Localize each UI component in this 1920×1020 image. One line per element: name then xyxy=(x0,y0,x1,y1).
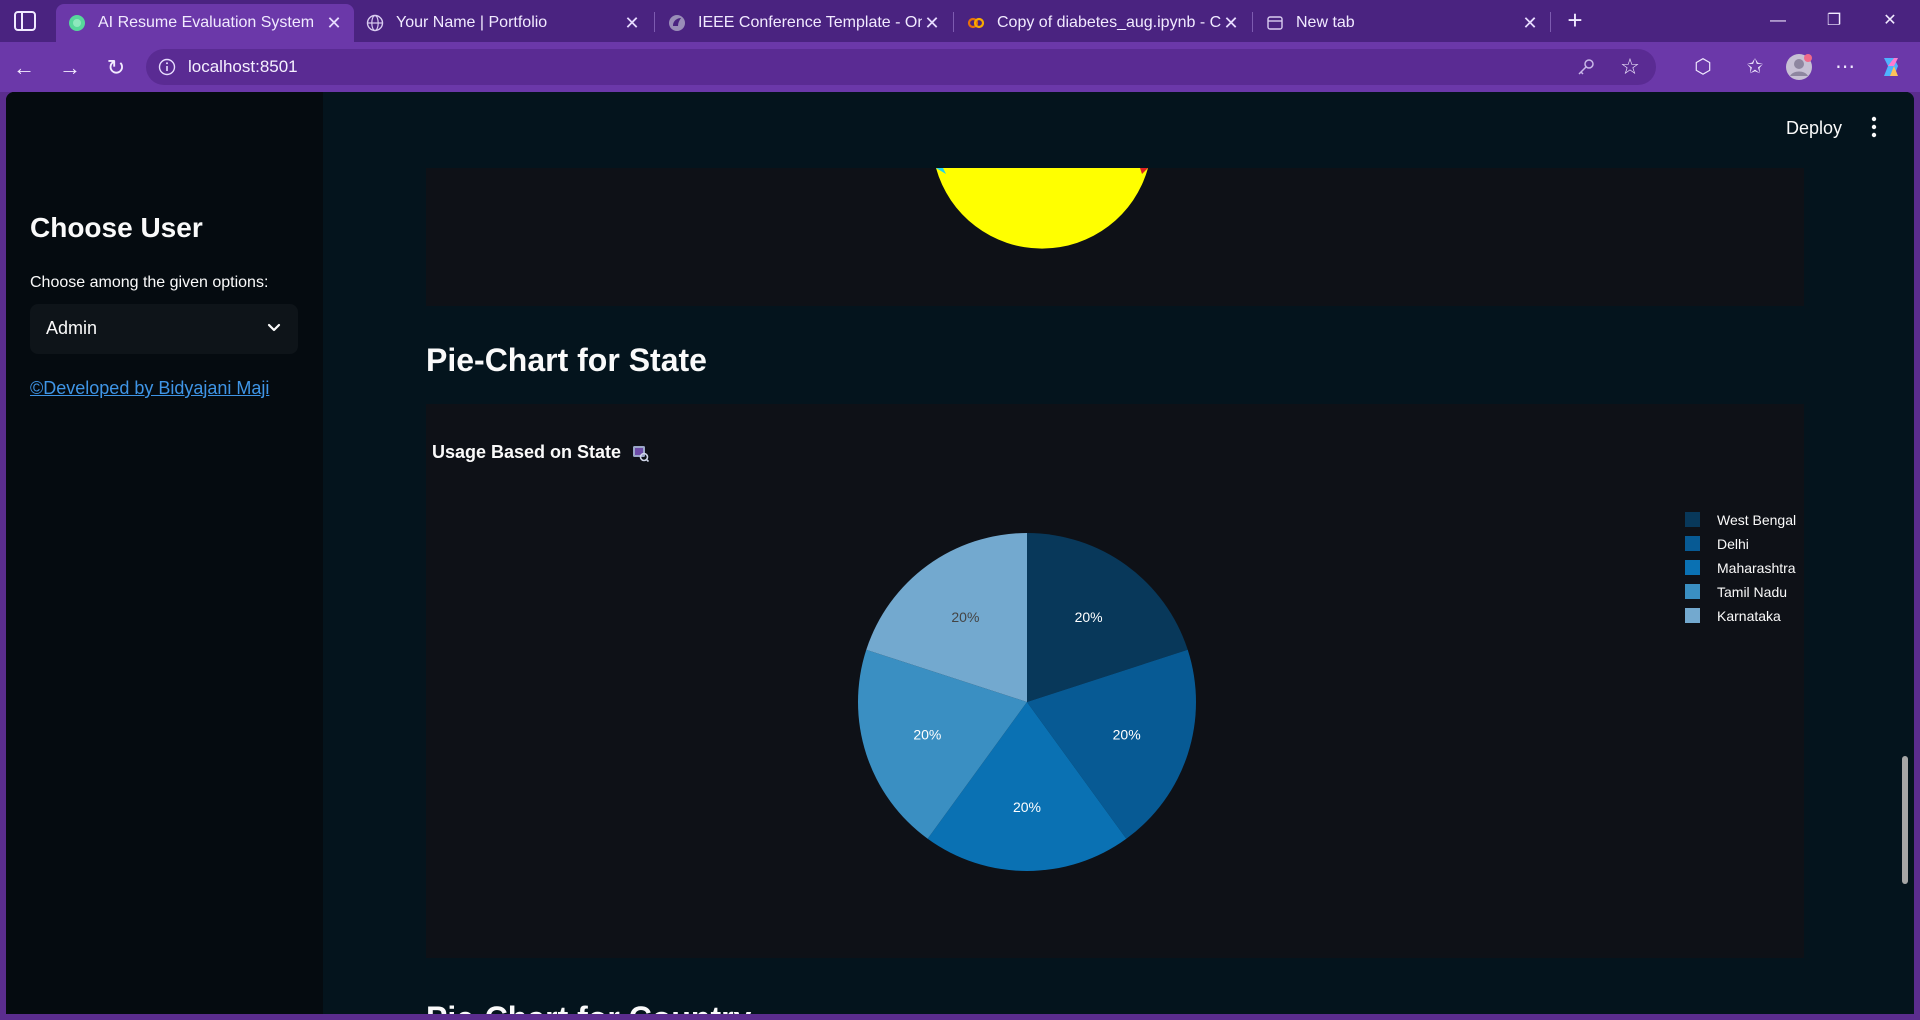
tab-separator xyxy=(953,12,954,32)
url-text: localhost:8501 xyxy=(188,57,298,76)
legend-swatch[interactable] xyxy=(1685,536,1700,551)
legend-swatch[interactable] xyxy=(1685,560,1700,575)
previous-chart-container xyxy=(426,168,1804,306)
refresh-button[interactable]: ↻ xyxy=(102,54,130,82)
colab-icon xyxy=(967,17,985,29)
user-select[interactable]: Admin xyxy=(30,304,298,354)
close-icon[interactable]: ✕ xyxy=(324,13,344,33)
info-icon[interactable] xyxy=(158,58,176,76)
close-icon[interactable]: ✕ xyxy=(1221,13,1241,33)
tab-title: Your Name | Portfolio xyxy=(396,14,548,31)
close-icon[interactable]: ✕ xyxy=(1520,13,1540,33)
sidebar-toggle-icon[interactable] xyxy=(12,9,38,33)
main-menu-icon[interactable] xyxy=(1864,114,1884,140)
tab-colab[interactable]: Copy of diabetes_aug.ipynb - Col ✕ xyxy=(955,4,1251,42)
legend-item-label[interactable]: West Bengal xyxy=(1717,512,1796,528)
close-icon[interactable]: ✕ xyxy=(622,13,642,33)
user-select-value: Admin xyxy=(46,318,98,338)
legend-swatch[interactable] xyxy=(1685,608,1700,623)
globe-icon xyxy=(366,14,384,32)
favorites-icon[interactable]: ✩ xyxy=(1740,52,1770,82)
legend-swatch[interactable] xyxy=(1685,512,1700,527)
tab-separator xyxy=(654,12,655,32)
sidebar-heading: Choose User xyxy=(30,212,203,243)
developer-credit-link[interactable]: ©Developed by Bidyajani Maji xyxy=(30,378,269,399)
tab-portfolio[interactable]: Your Name | Portfolio ✕ xyxy=(354,4,652,42)
chart-title-text: Usage Based on State xyxy=(432,442,622,462)
key-icon[interactable] xyxy=(1576,57,1596,77)
main-content: Deploy Pie-Chart for State Usage Based o… xyxy=(323,92,1914,1014)
restore-button[interactable]: ❐ xyxy=(1814,8,1854,34)
address-bar: ← → ↻ localhost:8501 ☆ ⬡ ✩ ⋯ xyxy=(0,42,1920,92)
legend-item-label[interactable]: Maharashtra xyxy=(1717,560,1796,576)
pie-slice-label: 20% xyxy=(1075,609,1103,625)
more-options-icon[interactable]: ⋯ xyxy=(1830,52,1860,82)
favorite-star-icon[interactable]: ☆ xyxy=(1618,55,1642,79)
tab-bar: AI Resume Evaluation System ✕ Your Name … xyxy=(0,0,1920,42)
pie-slice-label: 20% xyxy=(913,726,941,742)
chart-emoji-icon xyxy=(633,445,650,462)
legend-item-label[interactable]: Tamil Nadu xyxy=(1717,584,1787,600)
legend-item-label[interactable]: Delhi xyxy=(1717,536,1749,552)
pie-slice-label: 20% xyxy=(951,609,979,625)
tab-title: Copy of diabetes_aug.ipynb - Col xyxy=(997,14,1221,31)
tab-title: New tab xyxy=(1296,14,1355,31)
chevron-down-icon xyxy=(267,323,281,332)
chart-container: Usage Based on State 20% 20% 20% 20% 20% West… xyxy=(426,404,1804,958)
avatar[interactable] xyxy=(1784,52,1814,82)
chart-title: Usage Based on State xyxy=(432,442,650,463)
tab-ieee[interactable]: IEEE Conference Template - Online ✕ xyxy=(656,4,952,42)
streamlit-icon xyxy=(69,15,85,31)
tab-separator xyxy=(1252,12,1253,32)
app-window: Choose User Choose among the given optio… xyxy=(6,92,1914,1014)
tab-separator xyxy=(1550,12,1551,32)
new-tab-button[interactable]: + xyxy=(1560,6,1590,36)
forward-button[interactable]: → xyxy=(56,54,84,82)
deploy-button[interactable]: Deploy xyxy=(1786,118,1842,139)
newtab-icon xyxy=(1267,16,1283,30)
tab-ai-resume[interactable]: AI Resume Evaluation System ✕ xyxy=(56,4,354,42)
tab-new[interactable]: New tab ✕ xyxy=(1254,4,1550,42)
legend-swatch[interactable] xyxy=(1685,584,1700,599)
sidebar: Choose User Choose among the given optio… xyxy=(6,92,323,1014)
pie-slice-label: 20% xyxy=(1113,726,1141,742)
section-title: Pie-Chart for State xyxy=(426,342,707,378)
overleaf-icon xyxy=(669,15,685,31)
close-icon[interactable]: ✕ xyxy=(922,13,942,33)
select-label: Choose among the given options: xyxy=(30,274,269,291)
tab-title: IEEE Conference Template - Online xyxy=(698,14,922,31)
close-window-button[interactable]: ✕ xyxy=(1870,8,1910,34)
next-section-title: Pie-Chart for Country xyxy=(426,1000,751,1014)
previous-pie-remnant xyxy=(936,168,1148,249)
state-pie-chart[interactable]: 20% 20% 20% 20% 20% West Bengal Delhi Maharasht… xyxy=(426,404,1804,958)
pie-slice-label: 20% xyxy=(1013,799,1041,815)
url-field[interactable]: localhost:8501 ☆ xyxy=(146,49,1656,85)
minimize-button[interactable]: — xyxy=(1758,8,1798,34)
tab-title: AI Resume Evaluation System xyxy=(98,14,315,31)
scrollbar[interactable] xyxy=(1902,756,1908,884)
copilot-icon[interactable] xyxy=(1876,52,1906,82)
extensions-icon[interactable]: ⬡ xyxy=(1688,52,1718,82)
back-button[interactable]: ← xyxy=(10,54,38,82)
legend-item-label[interactable]: Karnataka xyxy=(1717,608,1781,624)
